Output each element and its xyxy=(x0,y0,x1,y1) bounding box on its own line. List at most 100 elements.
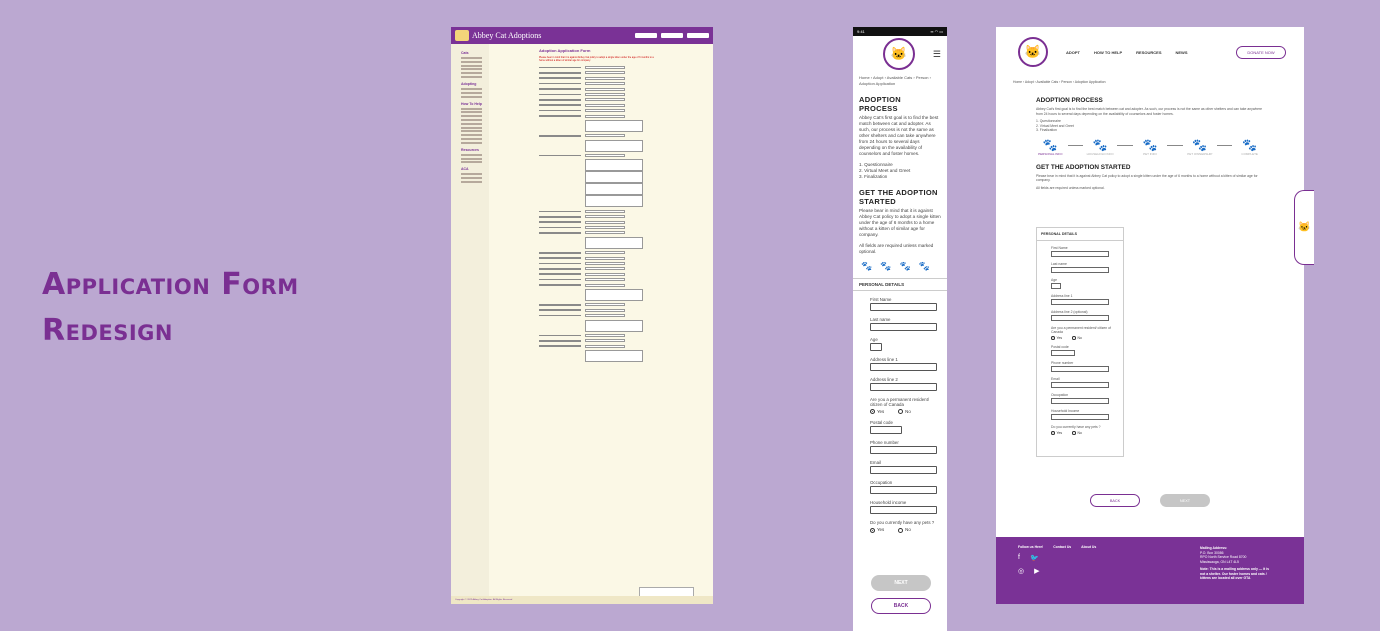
nav-resources[interactable]: RESOURCES xyxy=(1136,50,1161,55)
old-form-notice: Please bear in mind that it is against A… xyxy=(539,56,654,62)
old-sidebar-heading: Cats xyxy=(461,51,469,55)
old-input[interactable] xyxy=(585,283,625,287)
donate-button[interactable]: DONATE NOW xyxy=(1236,45,1286,59)
last-name-input[interactable] xyxy=(1051,267,1109,273)
next-button[interactable]: NEXT xyxy=(1160,494,1210,507)
old-input[interactable] xyxy=(585,209,625,213)
old-input[interactable] xyxy=(585,261,625,265)
old-textarea[interactable] xyxy=(585,319,643,332)
breadcrumb[interactable]: Home › Adopt › Available Cats › Person ›… xyxy=(996,80,1304,84)
old-input[interactable] xyxy=(585,278,625,282)
nav-news[interactable]: NEWS xyxy=(1176,50,1188,55)
nav-how-to-help[interactable]: HOW TO HELP xyxy=(1094,50,1122,55)
old-input[interactable] xyxy=(585,333,625,337)
started-text: Please bear in mind that it is against A… xyxy=(859,208,941,237)
old-input[interactable] xyxy=(585,76,625,80)
next-button[interactable]: NEXT xyxy=(871,575,931,591)
address-line-1-input[interactable] xyxy=(870,363,937,371)
address-line-2-input[interactable] xyxy=(1051,315,1109,321)
old-input[interactable] xyxy=(585,339,625,343)
breadcrumb[interactable]: Home › Adopt › Available Cats › Person ›… xyxy=(853,75,947,87)
old-input[interactable] xyxy=(585,82,625,86)
first-name-input[interactable] xyxy=(1051,251,1109,257)
old-input[interactable] xyxy=(585,226,625,230)
resident-yes-radio[interactable]: Yes xyxy=(1051,336,1062,340)
address-line-2-input[interactable] xyxy=(870,383,937,391)
postal-code-input[interactable] xyxy=(1051,350,1075,356)
last-name-input[interactable] xyxy=(870,323,937,331)
progress-steps: 🐾 PERSONAL INFO 🐾 HOUSEHOLD INFO 🐾 PET INFO… xyxy=(1036,138,1264,156)
nav-adopt[interactable]: ADOPT xyxy=(1066,50,1080,55)
twitter-icon[interactable]: 🐦 xyxy=(1030,554,1039,562)
youtube-icon[interactable]: ▶ xyxy=(1034,567,1039,575)
hamburger-menu-icon[interactable]: ☰ xyxy=(933,49,941,60)
pets-yes-radio[interactable]: Yes xyxy=(1051,431,1062,435)
pets-yes-radio[interactable]: Yes xyxy=(870,527,884,533)
old-input[interactable] xyxy=(585,114,625,118)
old-input[interactable] xyxy=(585,92,625,96)
phone-input[interactable] xyxy=(1051,366,1109,372)
old-textarea[interactable] xyxy=(585,119,643,132)
phone-input[interactable] xyxy=(870,446,937,455)
pets-no-radio[interactable]: No xyxy=(1072,431,1082,435)
old-textarea[interactable] xyxy=(585,159,643,172)
old-input[interactable] xyxy=(585,66,625,69)
back-button[interactable]: BACK xyxy=(871,598,931,614)
facebook-icon[interactable]: f xyxy=(1018,554,1020,562)
old-textarea[interactable] xyxy=(585,139,643,152)
old-input[interactable] xyxy=(585,220,625,224)
income-input[interactable] xyxy=(870,506,937,515)
first-name-input[interactable] xyxy=(870,303,937,311)
old-textarea[interactable] xyxy=(585,236,643,249)
old-input[interactable] xyxy=(585,154,625,158)
footer-contact[interactable]: Contact Us xyxy=(1053,545,1071,549)
email-input[interactable] xyxy=(870,466,937,475)
footer-follow[interactable]: Follow us Here! xyxy=(1018,545,1043,549)
old-input[interactable] xyxy=(585,272,625,276)
old-input[interactable] xyxy=(585,109,625,113)
old-input[interactable] xyxy=(585,87,625,91)
age-input[interactable] xyxy=(870,343,882,351)
field-label: Are you a permanent resident/ citizen of… xyxy=(870,397,930,407)
old-textarea[interactable] xyxy=(585,288,643,301)
resident-no-radio[interactable]: No xyxy=(1072,336,1082,340)
old-textarea[interactable] xyxy=(585,183,643,196)
resident-no-radio[interactable]: No xyxy=(898,409,911,415)
old-input[interactable] xyxy=(585,215,625,219)
occupation-input[interactable] xyxy=(1051,398,1109,404)
cat-logo-icon[interactable]: 🐱 xyxy=(883,38,915,70)
field-label: Household income xyxy=(870,500,907,506)
postal-code-input[interactable] xyxy=(870,426,902,435)
old-input[interactable] xyxy=(585,98,625,102)
cat-logo-icon[interactable]: 🐱 xyxy=(1018,37,1048,67)
old-header-button[interactable] xyxy=(635,33,657,38)
old-input[interactable] xyxy=(585,303,625,307)
old-textarea[interactable] xyxy=(585,195,643,208)
old-header-button[interactable] xyxy=(687,33,709,38)
old-header-button[interactable] xyxy=(661,33,683,38)
old-input[interactable] xyxy=(585,314,625,318)
address-line-1-input[interactable] xyxy=(1051,299,1109,305)
income-input[interactable] xyxy=(1051,414,1109,420)
old-input[interactable] xyxy=(585,71,625,75)
age-input[interactable] xyxy=(1051,283,1061,289)
old-input[interactable] xyxy=(585,251,625,255)
old-input[interactable] xyxy=(585,344,625,348)
old-input[interactable] xyxy=(585,267,625,271)
old-input[interactable] xyxy=(585,134,625,138)
resident-yes-radio[interactable]: Yes xyxy=(870,409,884,415)
old-input[interactable] xyxy=(585,308,625,312)
field-label: Email xyxy=(870,460,881,466)
process-title: ADOPTION PROCESS xyxy=(859,95,901,113)
pets-no-radio[interactable]: No xyxy=(898,527,911,533)
instagram-icon[interactable]: ◎ xyxy=(1018,567,1024,575)
footer-about[interactable]: About Us xyxy=(1081,545,1096,549)
old-input[interactable] xyxy=(585,103,625,107)
old-textarea[interactable] xyxy=(585,350,643,363)
old-textarea[interactable] xyxy=(585,171,643,184)
email-input[interactable] xyxy=(1051,382,1109,388)
occupation-input[interactable] xyxy=(870,486,937,495)
old-input[interactable] xyxy=(585,256,625,260)
old-input[interactable] xyxy=(585,231,625,235)
back-button[interactable]: BACK xyxy=(1090,494,1140,507)
